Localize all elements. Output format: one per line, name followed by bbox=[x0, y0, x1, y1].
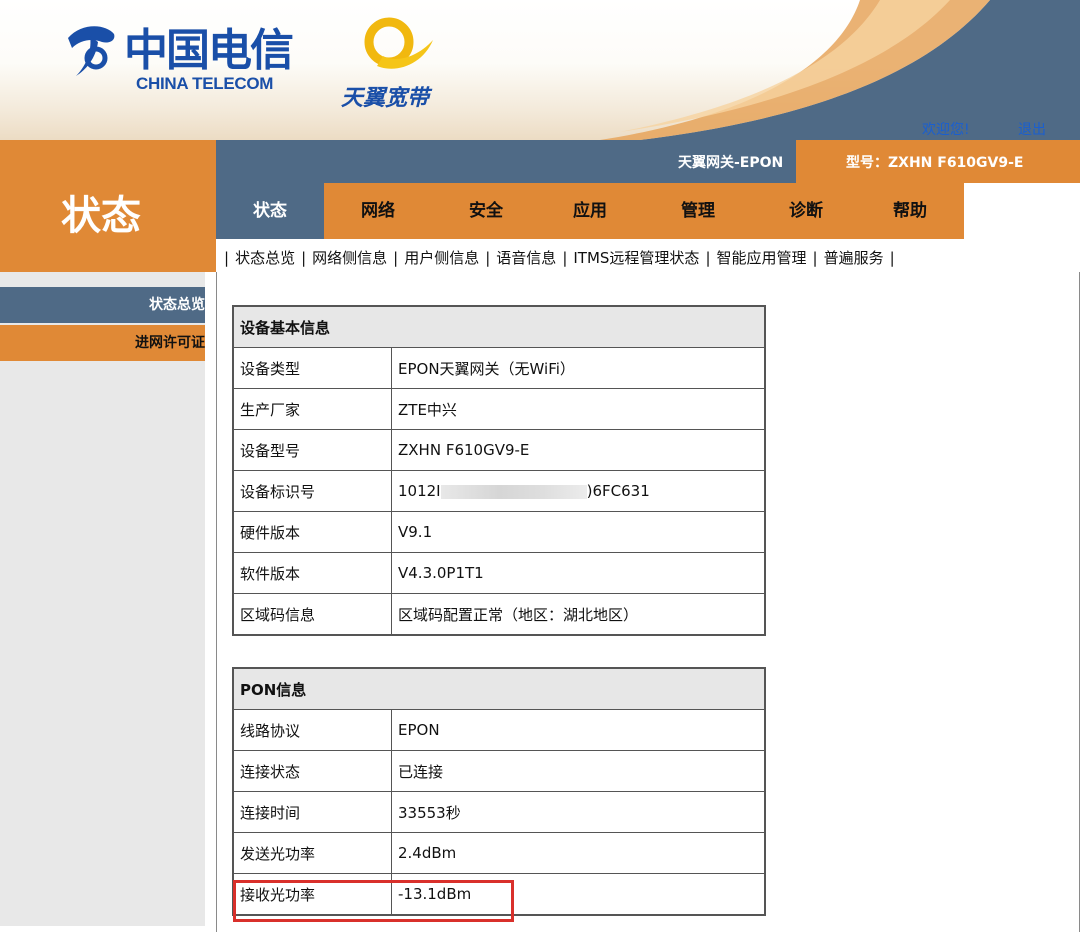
row-key: 设备型号 bbox=[232, 429, 392, 471]
sub-brand-name: 天翼宽带 bbox=[341, 86, 430, 111]
table-row: 区域码信息 区域码配置正常（地区：湖北地区） bbox=[232, 593, 766, 636]
redacted-blur bbox=[440, 484, 587, 499]
row-key: 连接状态 bbox=[232, 750, 392, 792]
table-row: 连接状态 已连接 bbox=[232, 750, 766, 792]
row-key: 线路协议 bbox=[232, 709, 392, 751]
row-value: ZTE中兴 bbox=[391, 388, 766, 430]
row-value: 区域码配置正常（地区：湖北地区） bbox=[391, 593, 766, 636]
tab-diagnostics[interactable]: 诊断 bbox=[756, 183, 856, 239]
subnav-itms-status[interactable]: ITMS远程管理状态 bbox=[573, 249, 699, 267]
table-row: 线路协议 EPON bbox=[232, 709, 766, 751]
sub-nav-separator: | bbox=[889, 249, 895, 267]
device-id-suffix: )6FC631 bbox=[586, 482, 650, 500]
row-key: 设备标识号 bbox=[232, 470, 392, 512]
row-key: 区域码信息 bbox=[232, 593, 392, 636]
sub-nav-separator: | bbox=[485, 249, 491, 267]
row-value: 33553秒 bbox=[391, 791, 766, 833]
row-key: 连接时间 bbox=[232, 791, 392, 833]
china-telecom-emblem-icon bbox=[68, 26, 115, 76]
device-id-prefix: 1012I bbox=[398, 482, 441, 500]
sidebar-item-status-overview[interactable]: 状态总览 bbox=[0, 287, 205, 323]
sub-nav: | 状态总览 | 网络侧信息 | 用户侧信息 | 语音信息 | ITMS远程管理状态 | 智能应用管理… bbox=[218, 247, 901, 268]
row-value: 已连接 bbox=[391, 750, 766, 792]
table-row: 设备标识号 1012I )6FC631 bbox=[232, 470, 766, 512]
tianyi-emblem-icon bbox=[364, 17, 433, 69]
sidebar-gutter bbox=[205, 272, 216, 926]
sidebar-item-network-license[interactable]: 进网许可证 bbox=[0, 325, 205, 361]
row-key: 设备类型 bbox=[232, 347, 392, 389]
sub-nav-separator: | bbox=[224, 249, 230, 267]
tab-security[interactable]: 安全 bbox=[432, 183, 540, 239]
row-key: 软件版本 bbox=[232, 552, 392, 594]
row-value: V9.1 bbox=[391, 511, 766, 553]
brand-name-cn: 中国电信 bbox=[124, 25, 294, 76]
sub-nav-separator: | bbox=[301, 249, 307, 267]
tab-help[interactable]: 帮助 bbox=[856, 183, 964, 239]
table-row: 生产厂家 ZTE中兴 bbox=[232, 388, 766, 430]
subnav-voice-info[interactable]: 语音信息 bbox=[496, 249, 556, 267]
subnav-status-overview[interactable]: 状态总览 bbox=[235, 249, 295, 267]
device-info-table: 设备基本信息 设备类型 EPON天翼网关（无WiFi） 生产厂家 ZTE中兴 设备型… bbox=[232, 305, 766, 636]
tab-network[interactable]: 网络 bbox=[324, 183, 432, 239]
row-value: -13.1dBm bbox=[391, 873, 766, 916]
header-banner: 中国电信 CHINA TELECOM 天翼宽带 欢迎您! 退出 bbox=[0, 0, 1080, 140]
brand-name-en: CHINA TELECOM bbox=[136, 74, 274, 93]
model-text: 型号：ZXHN F610GV9-E bbox=[846, 155, 1024, 171]
table-row: 硬件版本 V9.1 bbox=[232, 511, 766, 553]
row-key: 发送光功率 bbox=[232, 832, 392, 874]
table-row: 设备类型 EPON天翼网关（无WiFi） bbox=[232, 347, 766, 389]
subnav-smart-app[interactable]: 智能应用管理 bbox=[717, 249, 807, 267]
table-title: 设备基本信息 bbox=[232, 305, 766, 348]
logout-link[interactable]: 退出 bbox=[1018, 119, 1046, 139]
table-row: 接收光功率 -13.1dBm bbox=[232, 873, 766, 916]
tab-bar-end bbox=[964, 183, 1080, 239]
sub-nav-separator: | bbox=[562, 249, 568, 267]
table-title: PON信息 bbox=[232, 667, 766, 710]
row-key: 生产厂家 bbox=[232, 388, 392, 430]
row-value: 1012I )6FC631 bbox=[391, 470, 766, 512]
table-row: 设备型号 ZXHN F610GV9-E bbox=[232, 429, 766, 471]
table-row: 连接时间 33553秒 bbox=[232, 791, 766, 833]
row-value: V4.3.0P1T1 bbox=[391, 552, 766, 594]
tab-application[interactable]: 应用 bbox=[540, 183, 640, 239]
tab-status[interactable]: 状态 bbox=[216, 183, 324, 239]
table-row: 发送光功率 2.4dBm bbox=[232, 832, 766, 874]
subnav-network-info[interactable]: 网络侧信息 bbox=[312, 249, 387, 267]
row-value: 2.4dBm bbox=[391, 832, 766, 874]
row-key: 接收光功率 bbox=[232, 873, 392, 916]
page-title: 状态 bbox=[61, 193, 141, 239]
sidebar bbox=[0, 272, 216, 926]
subnav-universal-service[interactable]: 普遍服务 bbox=[824, 249, 884, 267]
subnav-user-info[interactable]: 用户侧信息 bbox=[404, 249, 479, 267]
sub-nav-separator: | bbox=[812, 249, 818, 267]
table-row: 软件版本 V4.3.0P1T1 bbox=[232, 552, 766, 594]
welcome-text: 欢迎您! bbox=[922, 122, 970, 138]
row-value: ZXHN F610GV9-E bbox=[391, 429, 766, 471]
row-value: EPON bbox=[391, 709, 766, 751]
pon-info-table: PON信息 线路协议 EPON 连接状态 已连接 连接时间 33553秒 发送光功率 2… bbox=[232, 667, 766, 916]
sub-nav-separator: | bbox=[705, 249, 711, 267]
gateway-name: 天翼网关-EPON bbox=[678, 155, 784, 171]
tab-management[interactable]: 管理 bbox=[640, 183, 756, 239]
sub-nav-separator: | bbox=[393, 249, 399, 267]
row-value: EPON天翼网关（无WiFi） bbox=[391, 347, 766, 389]
row-key: 硬件版本 bbox=[232, 511, 392, 553]
